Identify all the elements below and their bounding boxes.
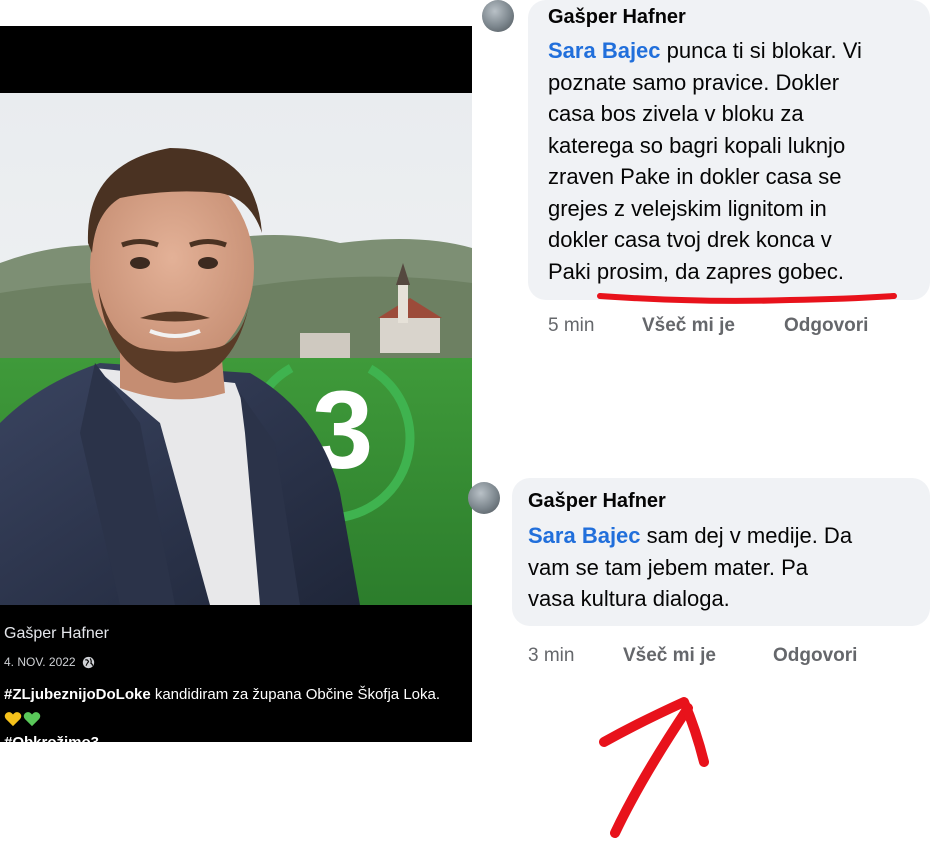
red-underline <box>597 293 897 304</box>
annotation-overlay <box>597 293 897 838</box>
